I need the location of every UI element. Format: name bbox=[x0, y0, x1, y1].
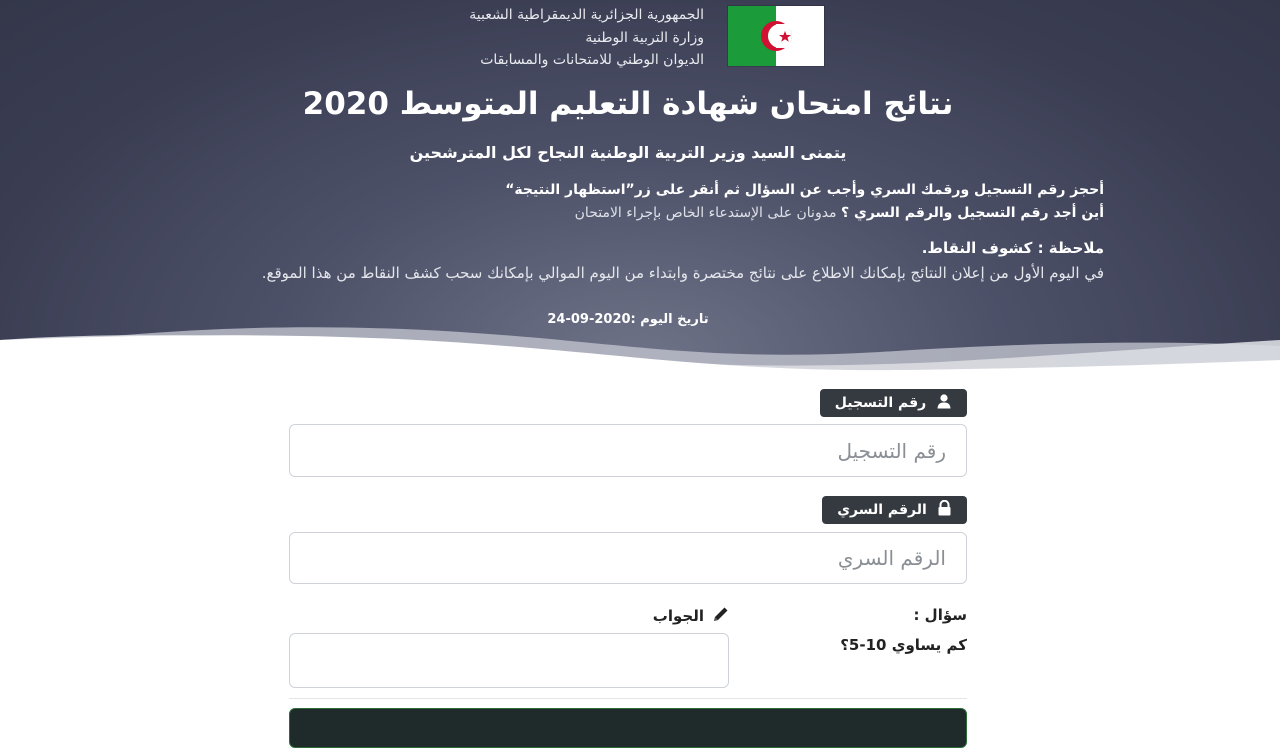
instruction-text: أحجز رقم التسجيل ورقمك السري وأجب عن الس… bbox=[505, 182, 1104, 198]
today-date: تاريخ اليوم :2020-09-24 bbox=[0, 312, 1256, 327]
secret-number-input[interactable] bbox=[289, 532, 967, 584]
answer-input[interactable] bbox=[289, 633, 729, 688]
ministry-line: الديوان الوطني للامتحانات والمسابقات bbox=[480, 52, 704, 68]
page-subtitle: يتمنى السيد وزير التربية الوطنية النجاح … bbox=[409, 143, 847, 162]
date-value: 2020-09-24 bbox=[547, 312, 631, 327]
page-title: نتائج امتحان شهادة التعليم المتوسط 2020 bbox=[302, 86, 954, 122]
registration-label-text: رقم التسجيل bbox=[834, 395, 927, 411]
pencil-icon bbox=[712, 605, 730, 627]
ministry-heading: الجمهورية الجزائرية الديمقراطية الشعبية … bbox=[469, 4, 704, 72]
answer-label-text: الجواب bbox=[652, 607, 704, 625]
note-title: ملاحظة : كشوف النقاط. bbox=[154, 239, 1104, 257]
answer-label: الجواب bbox=[653, 605, 730, 627]
note-title-text: ملاحظة : كشوف النقاط. bbox=[921, 239, 1104, 257]
ministry-line: الجمهورية الجزائرية الديمقراطية الشعبية bbox=[469, 7, 704, 23]
ministry-line: وزارة التربية الوطنية bbox=[585, 29, 704, 46]
secret-label: الرقم السري bbox=[822, 496, 967, 524]
algeria-flag-icon bbox=[728, 6, 824, 66]
instruction-question: أين أجد رقم التسجيل والرقم السري ؟ bbox=[841, 205, 1104, 221]
question-label: سؤال : bbox=[913, 606, 967, 624]
note-text: في اليوم الأول من إعلان النتائج بإمكانك … bbox=[261, 264, 1104, 282]
lock-icon bbox=[937, 499, 952, 520]
instruction-line: أحجز رقم التسجيل ورقمك السري وأجب عن الس… bbox=[154, 182, 1104, 198]
show-result-button[interactable] bbox=[289, 708, 967, 748]
instruction-line: أين أجد رقم التسجيل والرقم السري ؟ مدونا… bbox=[154, 205, 1104, 221]
user-icon bbox=[936, 393, 952, 413]
form-divider bbox=[289, 698, 967, 699]
secret-label-text: الرقم السري bbox=[837, 502, 927, 518]
date-label: تاريخ اليوم : bbox=[630, 312, 709, 327]
question-text: كم يساوي 10-5؟ bbox=[840, 636, 967, 654]
registration-number-input[interactable] bbox=[289, 424, 967, 477]
registration-label: رقم التسجيل bbox=[820, 389, 967, 417]
instruction-answer: مدونان على الإستدعاء الخاص بإجراء الامتح… bbox=[574, 205, 842, 221]
